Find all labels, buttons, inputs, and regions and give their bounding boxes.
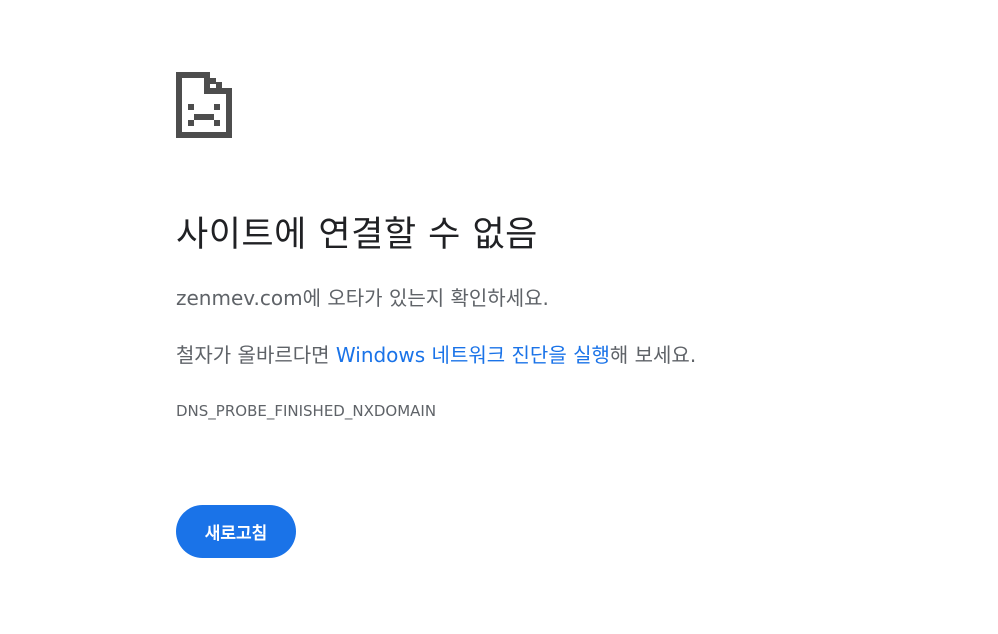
- sad-page-icon: [176, 72, 232, 138]
- diagnostics-prefix: 철자가 올바르다면: [176, 343, 336, 367]
- error-code: DNS_PROBE_FINISHED_NXDOMAIN: [176, 402, 437, 420]
- typo-check-message: zenmev.com에 오타가 있는지 확인하세요.: [176, 282, 549, 311]
- failed-domain: zenmev.com: [176, 286, 303, 310]
- error-title: 사이트에 연결할 수 없음: [176, 215, 538, 255]
- network-diagnostics-link[interactable]: Windows 네트워크 진단을 실행: [336, 343, 610, 367]
- diagnostics-suffix: 해 보세요.: [609, 343, 697, 367]
- error-page: 사이트에 연결할 수 없음 zenmev.com에 오타가 있는지 확인하세요.…: [0, 0, 998, 634]
- typo-check-text: 에 오타가 있는지 확인하세요.: [302, 286, 549, 310]
- diagnostics-message: 철자가 올바르다면 Windows 네트워크 진단을 실행해 보세요.: [176, 339, 696, 368]
- reload-button[interactable]: 새로고침: [176, 505, 296, 558]
